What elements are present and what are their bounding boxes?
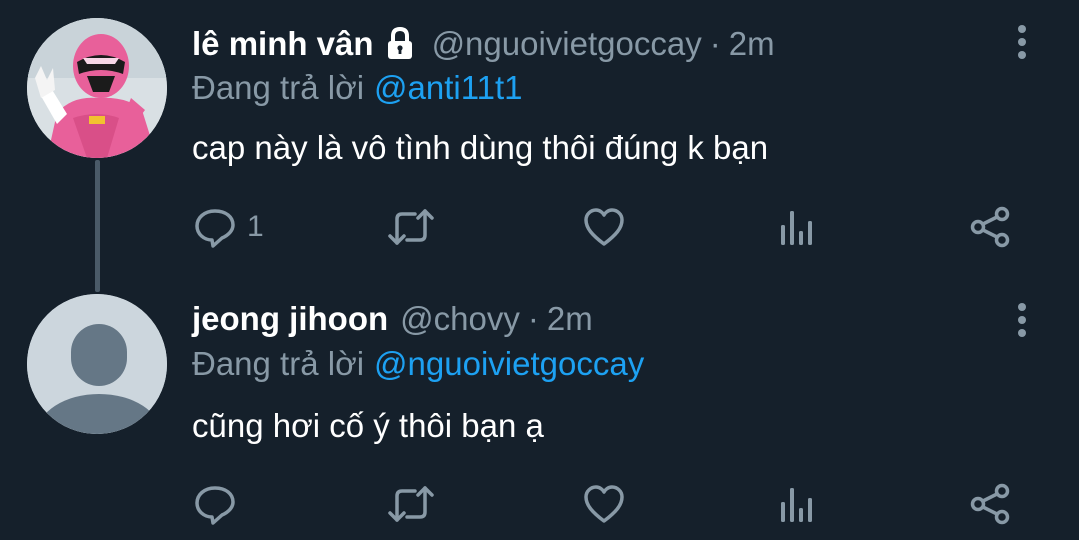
share-icon — [969, 205, 1013, 249]
tweet-actions — [0, 480, 1079, 528]
like-icon — [582, 482, 626, 526]
replying-to-label: Đang trả lời — [192, 69, 365, 106]
tweet[interactable]: jeong jihoon @chovy · 2m Đang trả lời @n… — [0, 282, 1079, 540]
avatar[interactable] — [27, 294, 167, 434]
avatar[interactable] — [27, 18, 167, 158]
reply-icon — [193, 482, 237, 526]
reply-icon — [193, 205, 237, 249]
tweet-header: lê minh vân @nguoivietgoccay · 2m — [192, 24, 775, 64]
share-button[interactable] — [969, 480, 1013, 528]
retweet-icon — [386, 482, 436, 526]
tweet-text: cũng hơi cố ý thôi bạn ạ — [192, 407, 544, 444]
reply-button[interactable]: 1 — [193, 203, 264, 251]
lock-icon — [382, 26, 418, 62]
tweet-header: jeong jihoon @chovy · 2m — [192, 299, 593, 339]
analytics-icon — [777, 482, 817, 526]
timestamp[interactable]: 2m — [547, 300, 593, 338]
like-button[interactable] — [582, 480, 626, 528]
avatar-image — [27, 18, 167, 158]
tweet-actions: 1 — [0, 203, 1079, 251]
replying-to-handle[interactable]: @nguoivietgoccay — [374, 345, 644, 383]
timestamp[interactable]: 2m — [729, 25, 775, 63]
separator-dot: · — [527, 300, 539, 337]
reply-count: 1 — [247, 210, 264, 243]
more-icon[interactable] — [1010, 22, 1034, 62]
separator-dot: · — [709, 25, 721, 62]
author-name[interactable]: jeong jihoon — [192, 300, 388, 338]
retweet-button[interactable] — [386, 480, 436, 528]
author-handle[interactable]: @nguoivietgoccay — [432, 25, 702, 63]
like-icon — [582, 205, 626, 249]
default-avatar-icon — [27, 294, 167, 434]
share-icon — [969, 482, 1013, 526]
author-name[interactable]: lê minh vân — [192, 25, 374, 63]
retweet-icon — [386, 205, 436, 249]
author-handle[interactable]: @chovy — [400, 300, 520, 338]
more-icon[interactable] — [1010, 300, 1034, 340]
analytics-button[interactable] — [777, 480, 817, 528]
retweet-button[interactable] — [386, 203, 436, 251]
like-button[interactable] — [582, 203, 626, 251]
replying-to-handle[interactable]: @anti11t1 — [374, 69, 522, 107]
tweet-text: cap này là vô tình dùng thôi đúng k bạn — [192, 129, 769, 166]
analytics-icon — [777, 205, 817, 249]
share-button[interactable] — [969, 203, 1013, 251]
tweet[interactable]: lê minh vân @nguoivietgoccay · 2m Đang t… — [0, 0, 1079, 292]
replying-to: Đang trả lời @anti11t1 — [192, 68, 523, 108]
reply-button[interactable] — [193, 480, 237, 528]
replying-to: Đang trả lời @nguoivietgoccay — [192, 344, 644, 384]
analytics-button[interactable] — [777, 203, 817, 251]
replying-to-label: Đang trả lời — [192, 345, 365, 382]
